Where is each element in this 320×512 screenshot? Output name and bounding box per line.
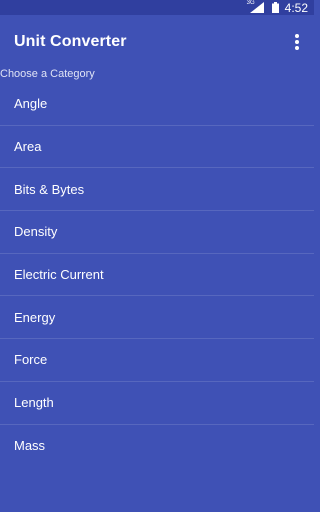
category-item-energy[interactable]: Energy [0,296,314,340]
status-time: 4:52 [284,0,308,15]
signal-icon: 3G [246,0,264,13]
category-item-length[interactable]: Length [0,382,314,425]
category-item-area[interactable]: Area [0,126,314,169]
more-vert-icon[interactable] [294,34,300,50]
battery-icon [271,2,279,13]
overflow-dot [295,46,299,50]
category-item-angle[interactable]: Angle [0,83,314,126]
section-label: Choose a Category [0,68,95,80]
overflow-dot [295,34,299,38]
category-item-electric-current[interactable]: Electric Current [0,254,314,297]
category-list: Angle Area Bits & Bytes Density Electric… [0,83,314,467]
category-item-mass[interactable]: Mass [0,425,314,468]
app-bar: Unit Converter [0,15,314,69]
category-item-bits-bytes[interactable]: Bits & Bytes [0,168,314,212]
status-bar: 3G 4:52 [0,0,314,15]
app-title: Unit Converter [14,33,127,50]
category-item-density[interactable]: Density [0,211,314,254]
network-type-label: 3G [246,0,255,6]
category-item-force[interactable]: Force [0,339,314,382]
overflow-dot [295,40,299,44]
